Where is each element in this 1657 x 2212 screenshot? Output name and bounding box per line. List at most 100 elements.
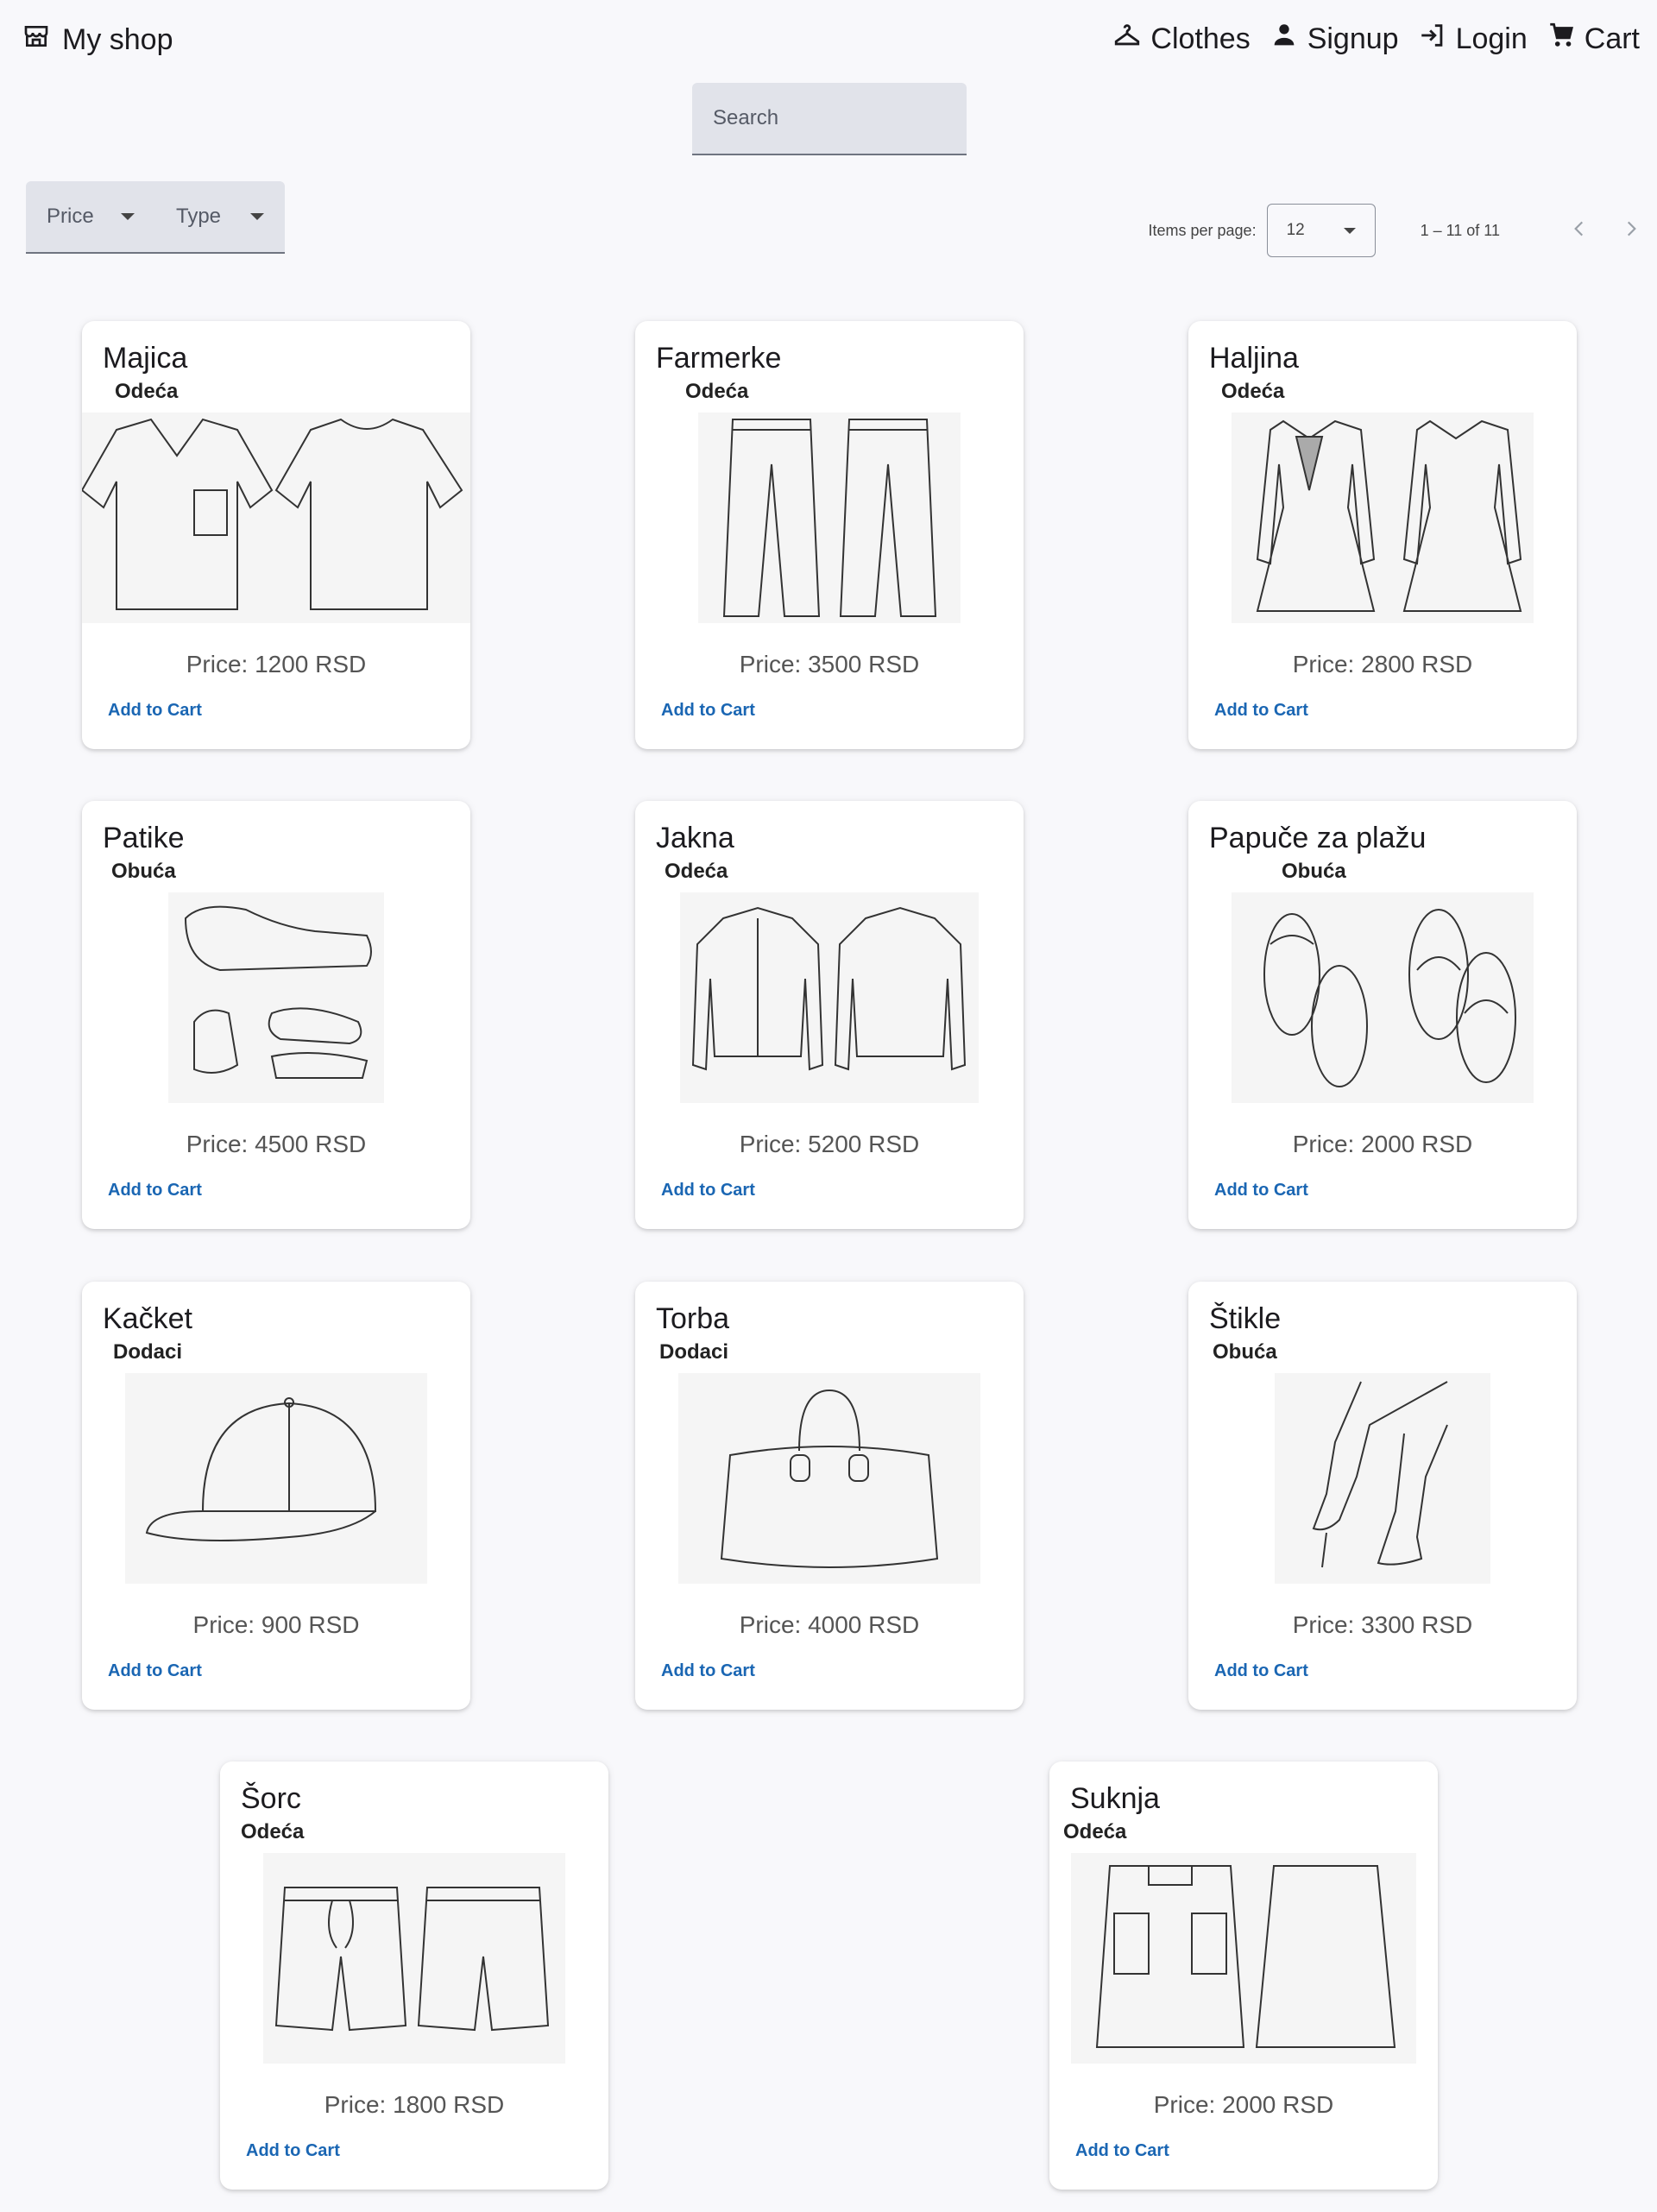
product-price: Price: 4000 RSD [739, 1611, 920, 1638]
product-price: Price: 5200 RSD [739, 1131, 920, 1157]
product-category: Obuća [1213, 1340, 1277, 1364]
person-icon [1270, 21, 1299, 58]
slippers-image [1232, 892, 1534, 1103]
product-card: Haljina Odeća Price: 2800 RSD Add to Car… [1188, 321, 1577, 749]
jacket-image [680, 892, 979, 1103]
product-title: Patike [103, 822, 185, 854]
search-input[interactable] [692, 83, 967, 154]
product-category: Odeća [115, 380, 179, 403]
tshirt-image [82, 413, 470, 623]
add-to-cart-button[interactable]: Add to Cart [1214, 1181, 1308, 1201]
add-to-cart-button[interactable]: Add to Cart [108, 701, 202, 721]
product-price: Price: 2000 RSD [1153, 2091, 1334, 2118]
product-card: Torba Dodaci Price: 4000 RSD Add to Cart [635, 1282, 1024, 1710]
top-toolbar: My shop Clothes Signup Login Cart [0, 0, 1657, 86]
type-filter-select[interactable]: Type [155, 181, 285, 254]
chevron-right-icon [1620, 217, 1642, 244]
login-icon [1418, 21, 1447, 58]
sneakers-image [168, 892, 384, 1103]
product-card: Patike Obuća Price: 4500 RSD Add to Cart [82, 801, 470, 1229]
product-category: Dodaci [659, 1340, 729, 1364]
bag-image [678, 1373, 980, 1584]
nav-clothes-label: Clothes [1150, 22, 1251, 55]
add-to-cart-button[interactable]: Add to Cart [1075, 2141, 1169, 2161]
filter-bar: Price Type [26, 181, 285, 254]
skirt-image [1071, 1853, 1416, 2064]
product-title: Farmerke [656, 342, 782, 375]
add-to-cart-button[interactable]: Add to Cart [246, 2141, 340, 2161]
brand[interactable]: My shop [22, 22, 173, 58]
next-page-button[interactable] [1605, 205, 1657, 256]
price-filter-select[interactable]: Price [26, 181, 155, 254]
product-price: Price: 3500 RSD [739, 651, 920, 677]
product-title: Suknja [1070, 1782, 1160, 1815]
product-card: Jakna Odeća Price: 5200 RSD Add to Cart [635, 801, 1024, 1229]
product-price: Price: 1800 RSD [324, 2091, 505, 2118]
nav-signup[interactable]: Signup [1270, 21, 1399, 58]
product-card: Suknja Odeća Price: 2000 RSD Add to Cart [1049, 1761, 1438, 2190]
shorts-image [263, 1853, 565, 2064]
product-card: Papuče za plažu Obuća Price: 2000 RSD Ad… [1188, 801, 1577, 1229]
chevron-down-icon [250, 213, 264, 220]
add-to-cart-button[interactable]: Add to Cart [661, 1181, 755, 1201]
jeans-image [698, 413, 961, 623]
product-price: Price: 900 RSD [192, 1611, 360, 1638]
product-price: Price: 2800 RSD [1292, 651, 1473, 677]
items-per-page-value: 12 [1286, 221, 1305, 239]
nav-cart-label: Cart [1584, 22, 1640, 55]
previous-page-button[interactable] [1553, 205, 1605, 256]
type-filter-label: Type [176, 205, 222, 228]
product-category: Odeća [665, 860, 728, 883]
product-title: Papuče za plažu [1209, 822, 1427, 854]
price-filter-label: Price [47, 205, 94, 228]
add-to-cart-button[interactable]: Add to Cart [108, 1661, 202, 1681]
chevron-left-icon [1568, 217, 1591, 244]
add-to-cart-button[interactable]: Add to Cart [661, 1661, 755, 1681]
paginator: Items per page: 12 1 – 11 of 11 [1149, 204, 1657, 257]
product-category: Odeća [1221, 380, 1285, 403]
product-category: Obuća [111, 860, 176, 883]
nav-clothes[interactable]: Clothes [1112, 21, 1251, 58]
add-to-cart-button[interactable]: Add to Cart [108, 1181, 202, 1201]
add-to-cart-button[interactable]: Add to Cart [1214, 1661, 1308, 1681]
product-title: Kačket [103, 1302, 192, 1335]
product-title: Haljina [1209, 342, 1299, 375]
cart-icon [1547, 21, 1576, 58]
product-price: Price: 2000 RSD [1292, 1131, 1473, 1157]
product-category: Odeća [685, 380, 749, 403]
product-price: Price: 4500 RSD [186, 1131, 367, 1157]
items-per-page-select[interactable]: 12 [1266, 204, 1376, 257]
brand-label: My shop [62, 23, 173, 56]
hanger-icon [1112, 21, 1142, 58]
product-title: Majica [103, 342, 188, 375]
nav-signup-label: Signup [1307, 22, 1399, 55]
product-card: Šorc Odeća Price: 1800 RSD Add to Cart [220, 1761, 608, 2190]
page-range-label: 1 – 11 of 11 [1420, 221, 1500, 239]
search-field[interactable] [692, 83, 967, 155]
chevron-down-icon [1343, 227, 1356, 234]
product-card: Kačket Dodaci Price: 900 RSD Add to Cart [82, 1282, 470, 1710]
product-category: Odeća [241, 1820, 305, 1843]
add-to-cart-button[interactable]: Add to Cart [661, 701, 755, 721]
product-price: Price: 3300 RSD [1292, 1611, 1473, 1638]
cap-image [125, 1373, 427, 1584]
product-title: Torba [656, 1302, 730, 1335]
nav-login[interactable]: Login [1418, 21, 1528, 58]
product-title: Štikle [1209, 1302, 1282, 1335]
dress-image [1232, 413, 1534, 623]
store-icon [22, 22, 50, 58]
add-to-cart-button[interactable]: Add to Cart [1214, 701, 1308, 721]
nav-login-label: Login [1455, 22, 1528, 55]
product-card: Štikle Obuća Price: 3300 RSD Add to Cart [1188, 1282, 1577, 1710]
nav-cart[interactable]: Cart [1547, 21, 1640, 58]
product-title: Jakna [656, 822, 734, 854]
items-per-page-label: Items per page: [1148, 221, 1257, 239]
heels-image [1275, 1373, 1490, 1584]
product-card: Majica Odeća Price: 1200 RSD Add to Cart [82, 321, 470, 749]
product-category: Odeća [1063, 1820, 1127, 1843]
product-card: Farmerke Odeća Price: 3500 RSD Add to Ca… [635, 321, 1024, 749]
product-category: Obuća [1282, 860, 1346, 883]
chevron-down-icon [121, 213, 135, 220]
product-price: Price: 1200 RSD [186, 651, 367, 677]
top-nav: Clothes Signup Login Cart [1112, 21, 1640, 58]
